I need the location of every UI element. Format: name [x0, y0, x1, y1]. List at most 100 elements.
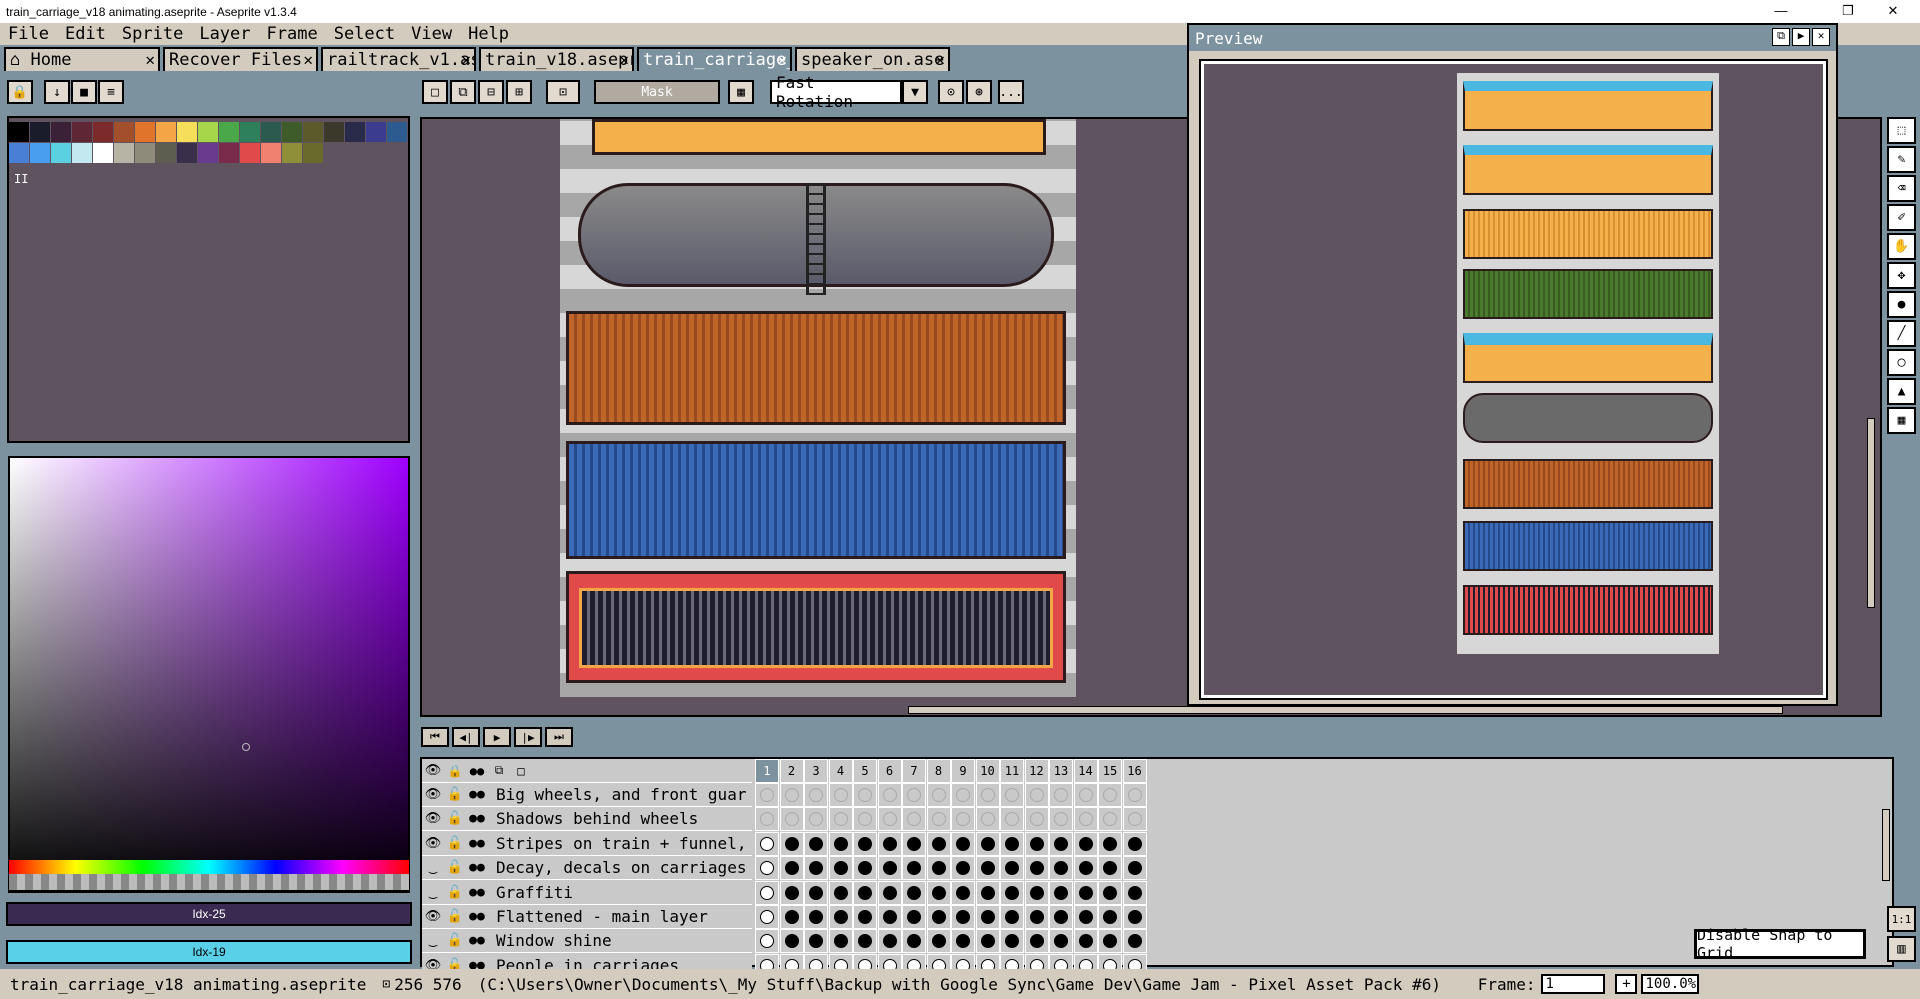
- ellipse-icon[interactable]: ◯: [1887, 349, 1916, 376]
- hand-icon[interactable]: ✋: [1887, 233, 1916, 260]
- palette-options-icon[interactable]: ≡: [98, 80, 124, 104]
- palette-swatch[interactable]: [366, 122, 386, 142]
- cel[interactable]: [877, 783, 902, 807]
- cel[interactable]: [804, 783, 828, 807]
- eye-closed-icon[interactable]: ‿: [422, 933, 444, 948]
- menu-layer[interactable]: Layer: [191, 24, 258, 44]
- last-frame-icon[interactable]: ⏭: [545, 727, 573, 747]
- selection-add-icon[interactable]: ⧉: [450, 80, 476, 104]
- timeline-scrollbar[interactable]: [1882, 809, 1890, 881]
- lock-icon[interactable]: 🔓: [444, 909, 466, 924]
- close-icon[interactable]: ✕: [145, 50, 155, 69]
- palette-swatch[interactable]: [9, 122, 29, 142]
- frame-header-cell[interactable]: 3: [804, 759, 828, 783]
- cel[interactable]: [1024, 831, 1049, 856]
- palette-swatch[interactable]: [156, 122, 176, 142]
- contour-icon[interactable]: ▲: [1887, 378, 1916, 405]
- cel[interactable]: [828, 856, 853, 881]
- cel[interactable]: [975, 880, 1000, 905]
- cel[interactable]: [1049, 905, 1073, 929]
- cel[interactable]: [1000, 856, 1024, 881]
- foreground-color-bar[interactable]: Idx-25: [6, 902, 412, 926]
- menu-sprite[interactable]: Sprite: [114, 24, 191, 44]
- frame-header-cell[interactable]: 8: [926, 759, 951, 783]
- palette-swatch[interactable]: [261, 143, 281, 163]
- continuous-icon[interactable]: ●●: [466, 860, 488, 875]
- cel[interactable]: [1073, 905, 1098, 929]
- layer-row[interactable]: ‿ 🔓 ●● Graffiti: [422, 880, 752, 905]
- paint-bucket-icon[interactable]: ●: [1887, 291, 1916, 318]
- cel[interactable]: [828, 880, 853, 905]
- cel[interactable]: [779, 783, 804, 807]
- close-window-button[interactable]: ✕: [1870, 0, 1916, 22]
- cel[interactable]: [1049, 880, 1073, 905]
- eye-icon[interactable]: 👁: [422, 836, 444, 851]
- frame-field[interactable]: 1: [1541, 974, 1606, 994]
- cel[interactable]: [1049, 856, 1073, 881]
- play-icon[interactable]: ▶: [483, 727, 511, 747]
- cel[interactable]: [755, 783, 779, 807]
- eye-icon[interactable]: 👁: [422, 787, 444, 802]
- palette-swatch[interactable]: [303, 122, 323, 142]
- palette-swatch[interactable]: [282, 143, 302, 163]
- cel[interactable]: [975, 856, 1000, 881]
- timeline-toggle-icon[interactable]: ▥: [1887, 936, 1916, 962]
- cel[interactable]: [902, 783, 926, 807]
- maximize-button[interactable]: ❐: [1825, 0, 1871, 22]
- cel[interactable]: [1000, 905, 1024, 929]
- layer-row[interactable]: 👁🔓●● Stripes on train + funnel, bell: [422, 831, 752, 856]
- frame-header-cell[interactable]: 4: [828, 759, 853, 783]
- palette-swatch[interactable]: [93, 122, 113, 142]
- palette-swatch[interactable]: [51, 122, 71, 142]
- chevron-down-icon[interactable]: ▼: [902, 80, 928, 104]
- menu-view[interactable]: View: [403, 24, 460, 44]
- lock-ratio-icon[interactable]: ⊙: [938, 80, 964, 104]
- palette-swatch[interactable]: [30, 122, 50, 142]
- add-frame-icon[interactable]: +: [1615, 974, 1638, 994]
- continuous-icon[interactable]: ●●: [466, 787, 488, 802]
- cel[interactable]: [853, 783, 877, 807]
- zoom-field[interactable]: 100.0%: [1641, 974, 1700, 994]
- first-frame-icon[interactable]: ⏮: [421, 727, 449, 747]
- preview-titlebar[interactable]: Preview ⧉ ▶ ✕: [1189, 25, 1836, 51]
- cel[interactable]: [1024, 807, 1049, 832]
- cel[interactable]: [1024, 856, 1049, 881]
- cel[interactable]: [1098, 831, 1122, 856]
- frame-header-cell[interactable]: 7: [902, 759, 926, 783]
- pivot-icon[interactable]: ⊡: [546, 80, 580, 104]
- cel[interactable]: [951, 856, 975, 881]
- cel[interactable]: [804, 807, 828, 832]
- cel[interactable]: [1122, 831, 1147, 856]
- palette-swatch[interactable]: [303, 143, 323, 163]
- cel[interactable]: [902, 807, 926, 832]
- cel[interactable]: [1024, 905, 1049, 929]
- more-options-button[interactable]: ...: [998, 80, 1024, 104]
- cel[interactable]: [1073, 880, 1098, 905]
- cel[interactable]: [1122, 905, 1147, 929]
- continuous-icon[interactable]: ●●: [466, 811, 488, 826]
- cel[interactable]: [853, 856, 877, 881]
- disable-snap-to-grid-button[interactable]: Disable Snap to Grid: [1694, 926, 1866, 962]
- eye-icon[interactable]: 👁: [422, 811, 444, 826]
- line-icon[interactable]: ╱: [1887, 320, 1916, 347]
- close-icon[interactable]: ✕: [619, 50, 629, 69]
- frame-header-cell[interactable]: 6: [877, 759, 902, 783]
- eye-closed-icon[interactable]: ‿: [422, 860, 444, 875]
- tab-speaker[interactable]: speaker_on.ase ✕: [795, 47, 950, 71]
- cel[interactable]: [951, 905, 975, 929]
- frame-header-cell[interactable]: 13: [1049, 759, 1073, 783]
- cel[interactable]: [1122, 783, 1147, 807]
- palette-swatch[interactable]: [387, 122, 407, 142]
- cel[interactable]: [755, 807, 779, 832]
- cel[interactable]: [877, 905, 902, 929]
- eyedropper-icon[interactable]: ✐: [1887, 204, 1916, 231]
- minimize-button[interactable]: —: [1758, 0, 1804, 22]
- frame-header-cell[interactable]: 9: [951, 759, 975, 783]
- preview-play-icon[interactable]: ▶: [1792, 28, 1810, 46]
- cel[interactable]: [951, 831, 975, 856]
- move-icon[interactable]: ✥: [1887, 262, 1916, 289]
- cel[interactable]: [755, 905, 779, 929]
- cel[interactable]: [877, 807, 902, 832]
- cel[interactable]: [926, 905, 951, 929]
- menu-help[interactable]: Help: [460, 24, 517, 44]
